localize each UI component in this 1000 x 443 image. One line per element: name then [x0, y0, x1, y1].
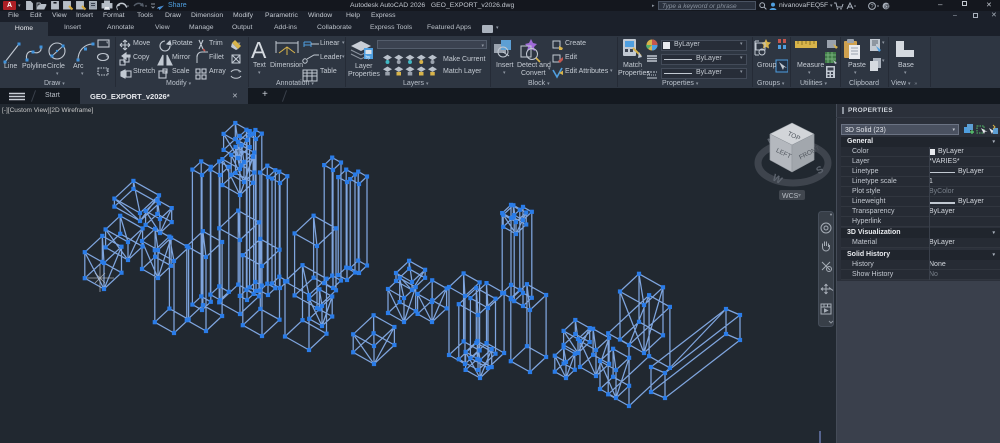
svg-text:A: A [251, 38, 267, 63]
svg-text:?: ? [871, 4, 874, 10]
svg-text:@: @ [884, 4, 890, 10]
svg-text:by: by [366, 55, 372, 60]
svg-text:▾: ▾ [798, 193, 801, 199]
svg-text:WCS: WCS [782, 193, 799, 200]
